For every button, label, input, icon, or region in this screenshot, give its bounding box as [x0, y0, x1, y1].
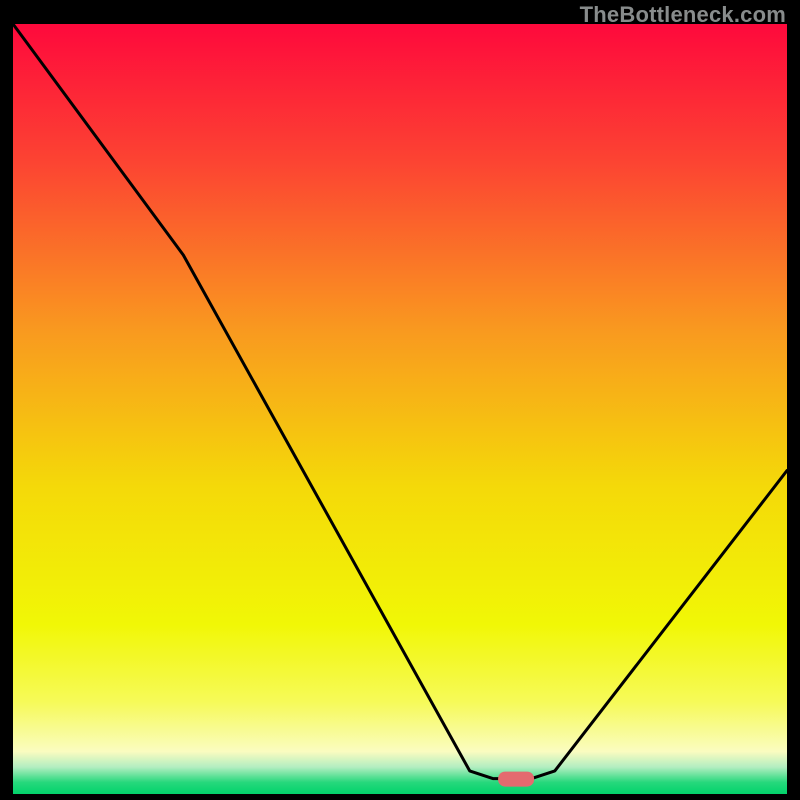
chart-frame: [13, 24, 787, 794]
optimal-marker: [498, 772, 534, 787]
chart-background-gradient: [13, 24, 787, 794]
bottleneck-chart: [13, 24, 787, 794]
